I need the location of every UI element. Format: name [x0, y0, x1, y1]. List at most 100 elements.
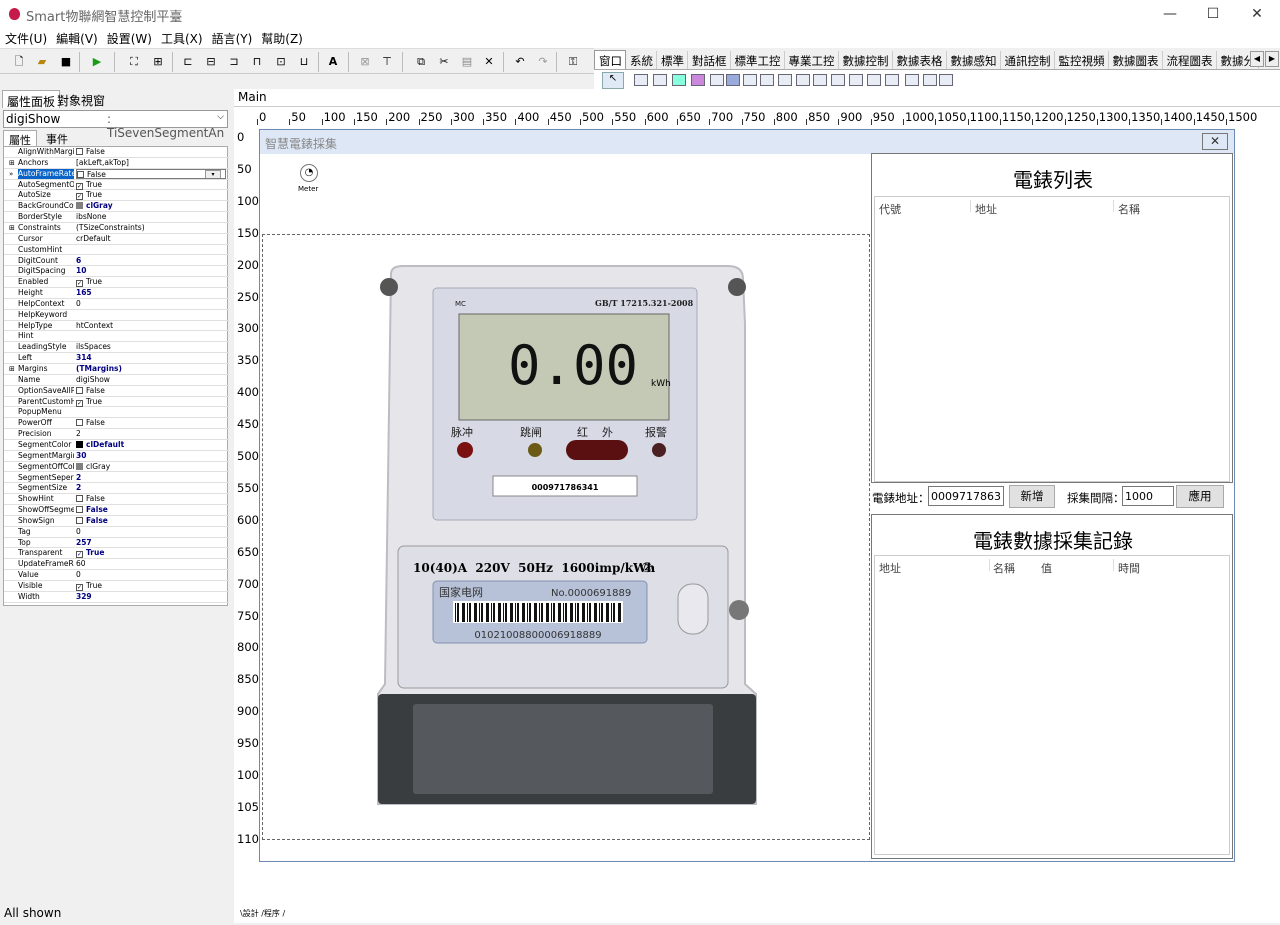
run-icon[interactable]: ▶ — [88, 53, 106, 71]
component-icon[interactable] — [939, 74, 953, 86]
property-row[interactable]: ⊞ Constraints (TSizeConstraints) — [4, 223, 229, 234]
menu-help[interactable]: 幫助(Z) — [256, 28, 307, 47]
copy-icon[interactable]: ⧉ — [412, 53, 430, 71]
component-icon[interactable] — [905, 74, 919, 86]
property-value[interactable]: False — [76, 494, 226, 504]
property-row[interactable]: ShowSign False — [4, 516, 229, 527]
checkbox[interactable] — [76, 148, 83, 155]
expand-icon[interactable]: ⊞ — [9, 364, 15, 374]
column-header-name[interactable]: 名稱 — [993, 560, 1015, 576]
property-row[interactable]: SegmentSeperati2 — [4, 473, 229, 484]
column-header-address[interactable]: 地址 — [879, 560, 901, 576]
component-icon[interactable] — [831, 74, 845, 86]
align-left-icon[interactable]: ⊏ — [179, 53, 197, 71]
property-value[interactable]: False — [76, 386, 226, 396]
property-row[interactable]: Tag 0 — [4, 527, 229, 538]
redo-icon[interactable]: ↷ — [534, 53, 552, 71]
property-row[interactable]: Width 329 — [4, 592, 229, 603]
meter-component-icon[interactable]: ◔ — [300, 164, 318, 182]
property-row[interactable]: ShowHint False — [4, 494, 229, 506]
tree-icon[interactable]: ⊤ — [378, 53, 396, 71]
component-icon[interactable] — [923, 74, 937, 86]
checkbox[interactable]: ✓ — [76, 193, 83, 201]
column-header-address[interactable]: 地址 — [975, 201, 997, 217]
tab-main[interactable]: Main — [234, 89, 270, 106]
component-icon[interactable] — [743, 74, 757, 86]
property-value[interactable]: 0 — [76, 299, 226, 309]
align-top-icon[interactable]: ⊓ — [248, 53, 266, 71]
column-header-name[interactable]: 名稱 — [1118, 201, 1140, 217]
checkbox[interactable] — [77, 170, 84, 178]
property-row[interactable]: Height 165 — [4, 288, 229, 299]
form-close-button[interactable]: ✕ — [1202, 133, 1228, 150]
property-row[interactable]: SegmentMargin 30 — [4, 451, 229, 462]
property-value[interactable]: 329 — [76, 592, 226, 602]
expand-icon[interactable]: ⊞ — [9, 223, 15, 233]
component-icon[interactable] — [760, 74, 774, 86]
key-icon[interactable]: ⚿ — [564, 53, 582, 71]
property-value[interactable]: ✓ True — [76, 180, 226, 190]
tab-standard[interactable]: 標準 — [657, 51, 688, 69]
property-row[interactable]: AlignWithMarginsFalse — [4, 147, 229, 158]
tab-comm-control[interactable]: 通訊控制 — [1001, 51, 1055, 69]
property-value[interactable]: 257 — [76, 538, 226, 548]
tab-window[interactable]: 窗口 — [594, 50, 626, 69]
meter-list-table[interactable]: 代號 地址 名稱 — [874, 196, 1230, 482]
property-row[interactable]: Hint — [4, 331, 229, 343]
checkbox[interactable]: ✓ — [76, 551, 83, 559]
property-row[interactable]: Cursor crDefault — [4, 234, 229, 245]
maximize-button[interactable]: ☐ — [1190, 0, 1236, 28]
property-value[interactable]: 2 — [76, 429, 226, 439]
property-value[interactable]: ilsSpaces — [76, 342, 226, 352]
property-row[interactable]: BackGroundColoclGray — [4, 201, 229, 213]
component-icon[interactable] — [778, 74, 792, 86]
property-row[interactable]: HelpKeyword — [4, 310, 229, 321]
property-row[interactable]: CustomHint — [4, 245, 229, 256]
property-value[interactable]: ✓ True — [76, 548, 226, 559]
checkbox[interactable]: ✓ — [76, 280, 83, 288]
property-row[interactable]: PowerOff False — [4, 418, 229, 430]
component-selector[interactable]: digiShow : TiSevenSegmentAn ⌵ — [3, 110, 228, 140]
component-icon[interactable] — [634, 74, 648, 86]
property-value[interactable]: ✓ True — [76, 190, 226, 201]
window-close-button[interactable]: ✕ — [1234, 0, 1280, 28]
save-icon[interactable]: ■ — [57, 53, 75, 71]
property-row[interactable]: OptionSaveAllPrcFalse — [4, 386, 229, 397]
property-row[interactable]: Value 0 — [4, 570, 229, 581]
property-row[interactable]: ShowOffSegmentFalse — [4, 505, 229, 516]
property-value[interactable]: ✓ True — [76, 277, 226, 288]
property-row[interactable]: SegmentSize 2 — [4, 483, 229, 495]
scroll-left-button[interactable]: ◀ — [1250, 51, 1264, 67]
property-value[interactable]: [akLeft,akTop] — [76, 158, 226, 168]
menu-edit[interactable]: 編輯(V) — [51, 28, 102, 47]
cut-icon[interactable]: ✂ — [435, 53, 453, 71]
component-icon[interactable] — [653, 74, 667, 86]
property-value[interactable]: False — [76, 516, 226, 526]
property-value[interactable]: False — [76, 418, 226, 428]
property-row[interactable]: ⊞ Margins (TMargins) — [4, 364, 229, 375]
property-value[interactable]: 2 — [76, 473, 226, 483]
new-file-icon[interactable]: 🗋 — [10, 53, 28, 71]
zoom-icon[interactable]: ⊞ — [149, 53, 167, 71]
property-row[interactable]: HelpType htContext — [4, 321, 229, 332]
add-meter-button[interactable]: 新增 — [1009, 485, 1055, 508]
property-row[interactable]: DigitCount 6 — [4, 256, 229, 267]
tab-data-grid[interactable]: 數據表格 — [893, 51, 947, 69]
property-row[interactable]: SegmentOffColorclGray — [4, 462, 229, 473]
tab-system[interactable]: 系統 — [626, 51, 657, 69]
tab-flow-chart[interactable]: 流程圖表 — [1163, 51, 1217, 69]
scroll-right-button[interactable]: ▶ — [1265, 51, 1279, 67]
component-icon[interactable] — [885, 74, 899, 86]
component-icon[interactable] — [691, 74, 705, 86]
checkbox[interactable]: ✓ — [76, 399, 83, 407]
property-value[interactable]: 6 — [76, 256, 226, 266]
checkbox[interactable]: ✓ — [76, 182, 83, 190]
checkbox[interactable] — [76, 386, 83, 394]
tab-properties[interactable]: 屬性面板 — [2, 90, 61, 109]
property-row[interactable]: Precision 2 — [4, 429, 229, 440]
property-value[interactable]: 165 — [76, 288, 226, 298]
property-row[interactable]: DigitSpacing 10 — [4, 266, 229, 278]
property-value[interactable]: clGray — [76, 201, 226, 211]
component-icon[interactable] — [726, 74, 740, 86]
property-row[interactable]: PopupMenu — [4, 407, 229, 419]
